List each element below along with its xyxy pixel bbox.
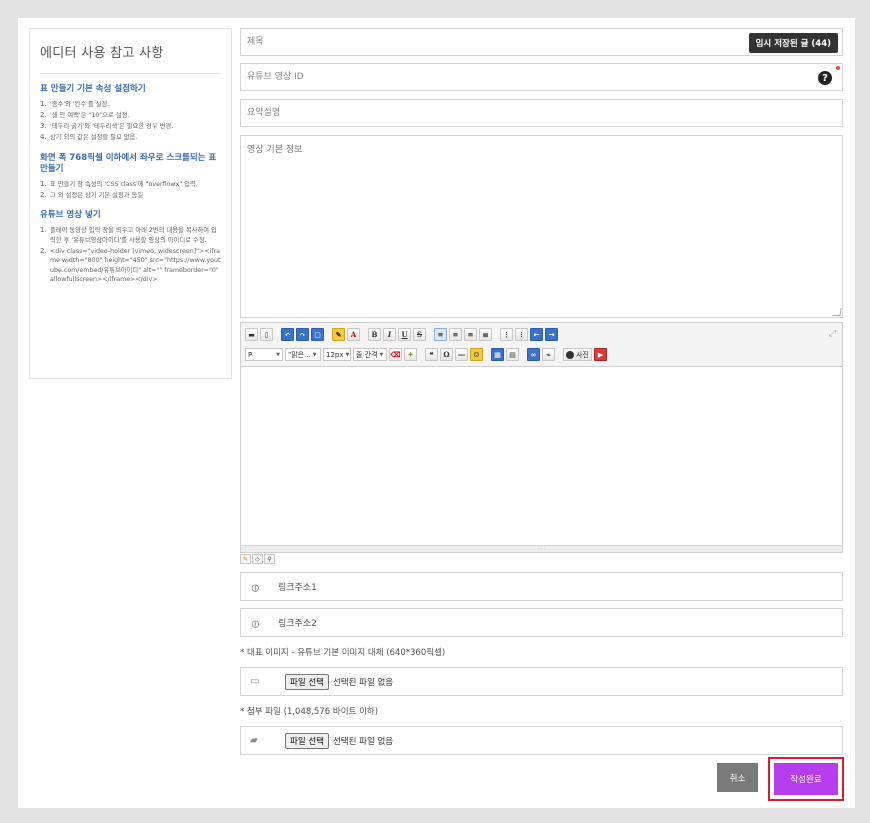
print-icon[interactable]: ▬	[245, 328, 258, 341]
ordered-list-icon[interactable]: ⋮	[500, 328, 513, 341]
list-item: 2. 그 외 설정은 상기 기본 설정과 동일	[40, 190, 144, 199]
table-edit-icon[interactable]: ▤	[506, 348, 519, 361]
title-field: 임시 저장된 글 (44)	[240, 28, 843, 56]
editor-content-area[interactable]	[241, 367, 842, 545]
strike-button[interactable]: S	[413, 328, 426, 341]
image-icon: ▭	[250, 676, 260, 687]
link-icon: ⊘	[247, 616, 264, 633]
guide-list-youtube: 1. 플레이 동영상 입력 창을 띄우고 아래 2번의 내용을 복사하여 입력한 …	[40, 226, 221, 285]
toolbar-row-2: P ▼ "맑은... ▼ 12px ▼ 줄 간격 ▼ ⌫ ✦ ❝ Ω ― ☺ ▦ ▤ ∞…	[245, 346, 838, 363]
submit-button[interactable]: 작성완료	[774, 763, 838, 795]
table-icon[interactable]: ▦	[491, 348, 504, 361]
paint-icon[interactable]: ✦	[404, 348, 417, 361]
indent-icon[interactable]: ⇥	[545, 328, 558, 341]
guide-list-scroll-table: 1. 표 만들기 창 속성의 'CSS class'에 "overflowx" 입…	[40, 180, 221, 201]
special-char-icon[interactable]: Ω	[440, 348, 453, 361]
video-info-field	[240, 135, 843, 318]
list-item: 2. '셀 안 여백'은 "10"으로 설정.	[40, 111, 130, 119]
submit-highlight: 작성완료	[768, 757, 844, 801]
line-height-select[interactable]: 줄 간격 ▼	[353, 348, 387, 361]
rich-text-editor: ▬ ▯ ↶ ↷ ▢ ✎ A B I U S ≡ ≡ ≡ ≣ ⋮ ⁝ ⇤ ⇥ P …	[240, 322, 843, 553]
resize-handle-icon[interactable]	[832, 308, 842, 316]
image-file-field: ▭ 파일 선택 선택된 파일 없음	[240, 667, 843, 696]
video-info-textarea[interactable]	[247, 142, 836, 311]
pencil-icon[interactable]: ✎	[240, 554, 251, 564]
help-icon[interactable]: ?	[818, 71, 832, 85]
outdent-icon[interactable]: ⇤	[530, 328, 543, 341]
guide-heading-table-basic: 표 만들기 기본 속성 설정하기	[40, 84, 146, 94]
select-all-icon[interactable]: ▢	[311, 328, 324, 341]
list-item: 2. <div class="video-holder [vimeo, wides…	[40, 246, 221, 284]
clear-format-icon[interactable]: ⌫	[389, 348, 402, 361]
image-note: * 대표 이미지 - 유튜브 기본 이미지 대체 (640*360픽셀)	[240, 648, 446, 658]
redo-icon[interactable]: ↷	[296, 328, 309, 341]
editor-guide-panel: 에디터 사용 참고 사항 표 만들기 기본 속성 설정하기 1. '종수'와 '칸…	[29, 28, 232, 379]
list-item: 4. 상기 외의 값은 설정할 필요 없음.	[40, 133, 138, 141]
page: 에디터 사용 참고 사항 표 만들기 기본 속성 설정하기 1. '종수'와 '칸…	[18, 18, 855, 808]
image-file-status: 선택된 파일 없음	[332, 677, 394, 688]
quote-icon[interactable]: ❝	[425, 348, 438, 361]
emoticon-icon[interactable]: ☺	[470, 348, 483, 361]
underline-button[interactable]: U	[398, 328, 411, 341]
required-dot	[836, 66, 840, 70]
photo-icon	[566, 350, 574, 359]
editor-mode-tabs: ✎ ◇ ⚲	[240, 554, 275, 564]
expand-icon[interactable]: ⤢	[829, 329, 836, 339]
align-right-icon[interactable]: ≡	[464, 328, 477, 341]
cancel-button[interactable]: 취소	[717, 763, 758, 792]
preview-icon[interactable]: ⚲	[264, 554, 275, 564]
unlink-icon[interactable]: ⌁	[542, 348, 555, 361]
guide-title: 에디터 사용 참고 사항	[40, 29, 221, 74]
guide-heading-youtube: 유튜브 영상 넣기	[40, 210, 101, 220]
align-center-icon[interactable]: ≡	[449, 328, 462, 341]
highlight-color-icon[interactable]: ✎	[332, 328, 345, 341]
temp-saved-button[interactable]: 임시 저장된 글 (44)	[748, 33, 838, 53]
editor-toolbar: ▬ ▯ ↶ ↷ ▢ ✎ A B I U S ≡ ≡ ≡ ≣ ⋮ ⁝ ⇤ ⇥ P …	[241, 323, 842, 367]
link2-field[interactable]: ⊘ 링크주소2	[240, 608, 843, 637]
font-select[interactable]: "맑은... ▼	[285, 348, 321, 361]
summary-input[interactable]	[247, 100, 842, 126]
link1-field[interactable]: ⊘ 링크주소1	[240, 572, 843, 601]
list-item: 3. '테두리 굵기'와 '테두리색'은 필요한 경우 변경.	[40, 122, 174, 130]
align-justify-icon[interactable]: ≣	[479, 328, 492, 341]
youtube-id-input[interactable]	[247, 64, 842, 90]
attach-note: * 첨부 파일 (1,048,576 바이트 이하)	[240, 707, 379, 717]
list-item: 1. '종수'와 '칸수'를 설정.	[40, 100, 110, 108]
folder-icon: ▰	[250, 735, 258, 746]
photo-button[interactable]: 사진	[563, 348, 592, 361]
editor-resize-bar[interactable]: · · ·	[241, 545, 842, 552]
attach-file-field: ▰ 파일 선택 선택된 파일 없음	[240, 726, 843, 755]
youtube-icon[interactable]: ▶	[593, 348, 607, 361]
attach-file-status: 선택된 파일 없음	[332, 736, 394, 747]
unordered-list-icon[interactable]: ⁝	[515, 328, 528, 341]
hr-icon[interactable]: ―	[455, 348, 468, 361]
image-file-button[interactable]: 파일 선택	[285, 673, 329, 690]
attach-file-button[interactable]: 파일 선택	[285, 732, 329, 749]
bold-button[interactable]: B	[368, 328, 381, 341]
list-item: 1. 표 만들기 창 속성의 'CSS class'에 "overflowx" 입…	[40, 179, 198, 188]
summary-field	[240, 99, 843, 127]
new-doc-icon[interactable]: ▯	[260, 328, 273, 341]
guide-heading-scroll-table: 화면 폭 768픽셀 이하에서 좌우로 스크롤되는 표 만들기	[40, 152, 217, 174]
list-item: 1. 플레이 동영상 입력 창을 띄우고 아래 2번의 내용을 복사하여 입력한 …	[40, 226, 217, 244]
youtube-id-field: ?	[240, 63, 843, 91]
guide-list-table-basic: 1. '종수'와 '칸수'를 설정. 2. '셀 안 여백'은 "10"으로 설정.…	[40, 100, 221, 143]
font-color-icon[interactable]: A	[347, 328, 360, 341]
link-icon[interactable]: ∞	[527, 348, 540, 361]
link-icon: ⊘	[247, 580, 264, 597]
code-icon[interactable]: ◇	[252, 554, 263, 564]
align-left-icon[interactable]: ≡	[434, 328, 447, 341]
undo-icon[interactable]: ↶	[281, 328, 294, 341]
size-select[interactable]: 12px ▼	[323, 348, 351, 361]
format-select[interactable]: P ▼	[245, 348, 283, 361]
toolbar-row-1: ▬ ▯ ↶ ↷ ▢ ✎ A B I U S ≡ ≡ ≡ ≣ ⋮ ⁝ ⇤ ⇥	[245, 326, 838, 343]
italic-button[interactable]: I	[383, 328, 396, 341]
